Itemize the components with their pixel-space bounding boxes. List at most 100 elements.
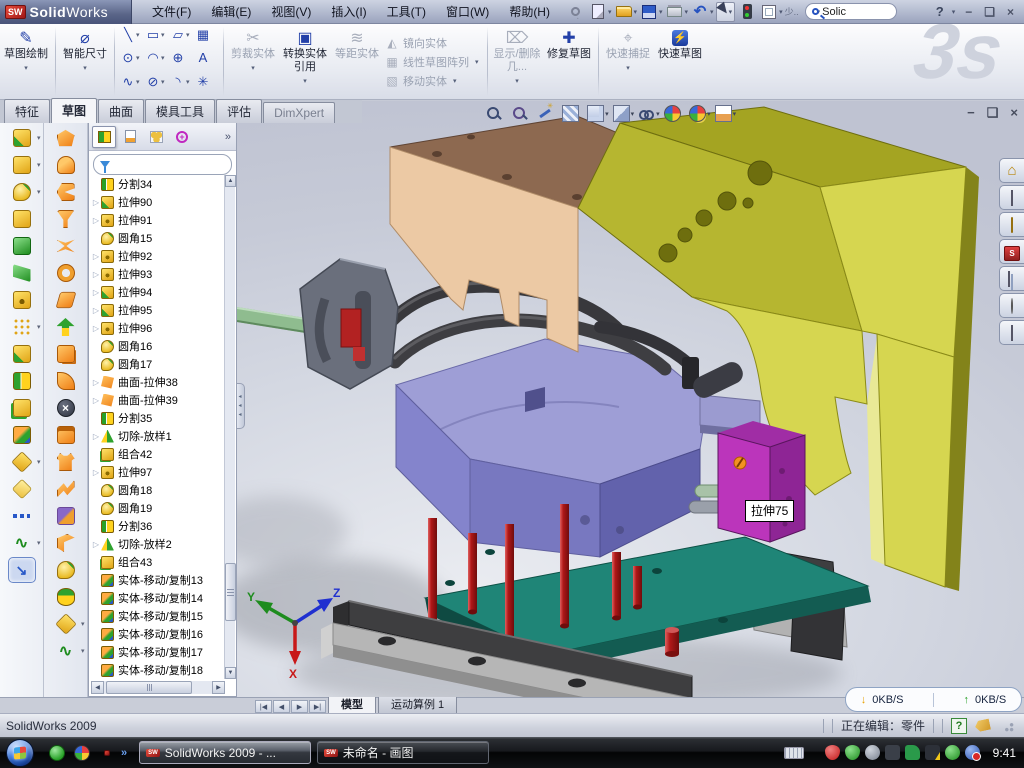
expander-icon[interactable] [91, 540, 101, 549]
expander-icon[interactable] [91, 216, 101, 225]
ribbon-tab[interactable]: 曲面 [98, 99, 144, 123]
tray-icon[interactable] [885, 745, 900, 760]
select-tool[interactable]: ▾ [716, 2, 736, 22]
sketch-entity-button[interactable]: ▱ ▾ [170, 26, 193, 43]
toolbar-button[interactable]: ▾ [46, 503, 86, 529]
tray-icon[interactable] [945, 745, 960, 760]
toolbar-button[interactable]: ▾ [2, 368, 42, 394]
expander-icon[interactable] [91, 468, 101, 477]
menu-item[interactable]: 窗口(W) [436, 0, 499, 23]
scroll-up-icon[interactable]: ▲ [225, 175, 236, 187]
expander-icon[interactable] [91, 252, 101, 261]
tree-vertical-scrollbar[interactable]: ▲ ▼ [224, 175, 235, 679]
sketch-entity-button[interactable]: ✳ ▾ [195, 73, 218, 90]
expander-icon[interactable] [91, 324, 101, 333]
toolbar-button[interactable]: ▾ [46, 206, 86, 232]
repair-sketch-button[interactable]: ✚ 修复草图 [543, 24, 595, 99]
scroll-left-icon[interactable]: ◀ [91, 681, 104, 694]
tree-item[interactable]: 实体-移动/复制15 [91, 607, 225, 625]
tag-icon[interactable] [974, 719, 991, 733]
graphics-area[interactable]: ▾ ▾ ▾ ▾ ▾ [237, 101, 1024, 697]
toolbar-button[interactable]: ▾ [2, 395, 42, 421]
sketch-entity-button[interactable]: ▭ ▾ [145, 26, 168, 43]
toolbar-button[interactable]: ▾ [46, 260, 86, 286]
view-tool-button[interactable]: ▾ [715, 105, 737, 122]
scroll-down-icon[interactable]: ▼ [225, 667, 236, 679]
help-button[interactable]: ? [936, 4, 944, 19]
tab-nav-button[interactable]: |◀ [255, 700, 272, 713]
sketch-entity-button[interactable]: ◝ ▾ [170, 73, 193, 90]
smart-dimension-button[interactable]: ⌀ 智能尺寸▾ [59, 24, 111, 99]
start-button[interactable] [6, 739, 34, 767]
tree-item[interactable]: 圆角15 [91, 229, 225, 247]
tray-icon[interactable] [965, 745, 980, 760]
toolbar-button[interactable]: ▾ [46, 611, 86, 637]
toolbar-button[interactable]: ▾ [2, 530, 42, 556]
rebuild-icon[interactable] [737, 2, 757, 22]
resize-grip[interactable] [1002, 720, 1014, 732]
tree-item[interactable]: 拉伸91 [91, 211, 225, 229]
tab-nav-button[interactable]: ◀ [273, 700, 290, 713]
tab-nav-button[interactable]: ▶ [291, 700, 308, 713]
ribbon-tab[interactable]: 草图 [51, 98, 97, 123]
task-pane-tab[interactable] [999, 239, 1024, 264]
manager-overflow-icon[interactable]: » [225, 131, 233, 143]
toolbar-button[interactable]: ▾ [46, 395, 86, 421]
doc-minimize-button[interactable]: − [967, 105, 975, 121]
tree-horizontal-scrollbar[interactable]: ◀ ▶ [91, 681, 225, 694]
restore-button[interactable]: ❏ [984, 5, 997, 19]
toolbar-button[interactable]: ▾ [2, 233, 42, 259]
configuration-manager-tab[interactable] [144, 126, 168, 148]
expander-icon[interactable] [91, 432, 101, 441]
taskbar-clock[interactable]: 9:41 [993, 746, 1016, 760]
feature-tree-tab[interactable] [92, 126, 116, 148]
rapid-sketch-button[interactable]: ⚡ 快速草图 [654, 24, 706, 99]
task-pane-tab[interactable] [999, 185, 1024, 210]
view-tool-button[interactable]: ▾ [613, 105, 635, 122]
toolbar-button[interactable]: ▾ [2, 125, 42, 151]
view-tool-button[interactable]: ▾ [562, 105, 584, 122]
scrollbar-thumb[interactable] [225, 563, 236, 621]
undo-icon[interactable]: ↶ [690, 2, 710, 22]
view-tool-button[interactable]: ▾ [485, 105, 507, 122]
sketch-entity-button[interactable]: ⊙ ▾ [120, 50, 143, 67]
tree-item[interactable]: 实体-移动/复制17 [91, 643, 225, 661]
task-pane-tab[interactable] [999, 212, 1024, 237]
sketch-entity-button[interactable]: ◠ ▾ [145, 50, 168, 67]
tree-item[interactable]: 实体-移动/复制16 [91, 625, 225, 643]
toolbar-button[interactable]: ▾ [46, 152, 86, 178]
tree-item[interactable]: 实体-移动/复制18 [91, 661, 225, 679]
tree-item[interactable]: 拉伸90 [91, 193, 225, 211]
doc-restore-button[interactable]: ❏ [987, 105, 999, 121]
task-pane-tab[interactable] [999, 158, 1024, 183]
tree-item[interactable]: 圆角18 [91, 481, 225, 499]
tree-item[interactable]: 拉伸95 [91, 301, 225, 319]
sketch-entity-button[interactable]: ⊕ ▾ [170, 50, 193, 67]
menu-item[interactable]: 编辑(E) [201, 0, 261, 23]
toolbar-button[interactable]: ▾ [46, 530, 86, 556]
tree-item[interactable]: 组合42 [91, 445, 225, 463]
convert-entities-button[interactable]: ▣ 转换实体引用▾ [279, 24, 331, 99]
toolbar-button[interactable]: ▾ [2, 287, 42, 313]
task-pane-tab[interactable] [999, 293, 1024, 318]
toolbar-button[interactable]: ▾ [46, 125, 86, 151]
open-file-icon[interactable] [614, 2, 634, 22]
dimxpert-manager-tab[interactable]: + [170, 126, 194, 148]
tree-item[interactable]: 切除-放样1 [91, 427, 225, 445]
expander-icon[interactable] [91, 396, 101, 405]
ribbon-tab[interactable]: 模具工具 [145, 99, 215, 123]
toolbar-button[interactable]: ▾ [2, 260, 42, 286]
expander-icon[interactable] [91, 306, 101, 315]
tree-item[interactable]: 曲面-拉伸39 [91, 391, 225, 409]
view-tool-button[interactable]: ▾ [587, 105, 609, 122]
view-tool-button[interactable]: ▾ [664, 105, 686, 122]
sketch-entity-button[interactable]: ╲ ▾ [120, 26, 143, 43]
quick-snaps-button[interactable]: ⌖ 快速捕捉▾ [602, 24, 654, 99]
tray-icon[interactable] [905, 745, 920, 760]
toolbar-button[interactable]: ▾ [46, 287, 86, 313]
view-tool-button[interactable]: ▾ [511, 105, 533, 122]
toolbar-button[interactable]: ▾ [46, 314, 86, 340]
toolbar-button[interactable]: ▾ [46, 341, 86, 367]
toolbar-button[interactable]: ▾ [46, 368, 86, 394]
toolbar-button[interactable]: ▾ [46, 179, 86, 205]
